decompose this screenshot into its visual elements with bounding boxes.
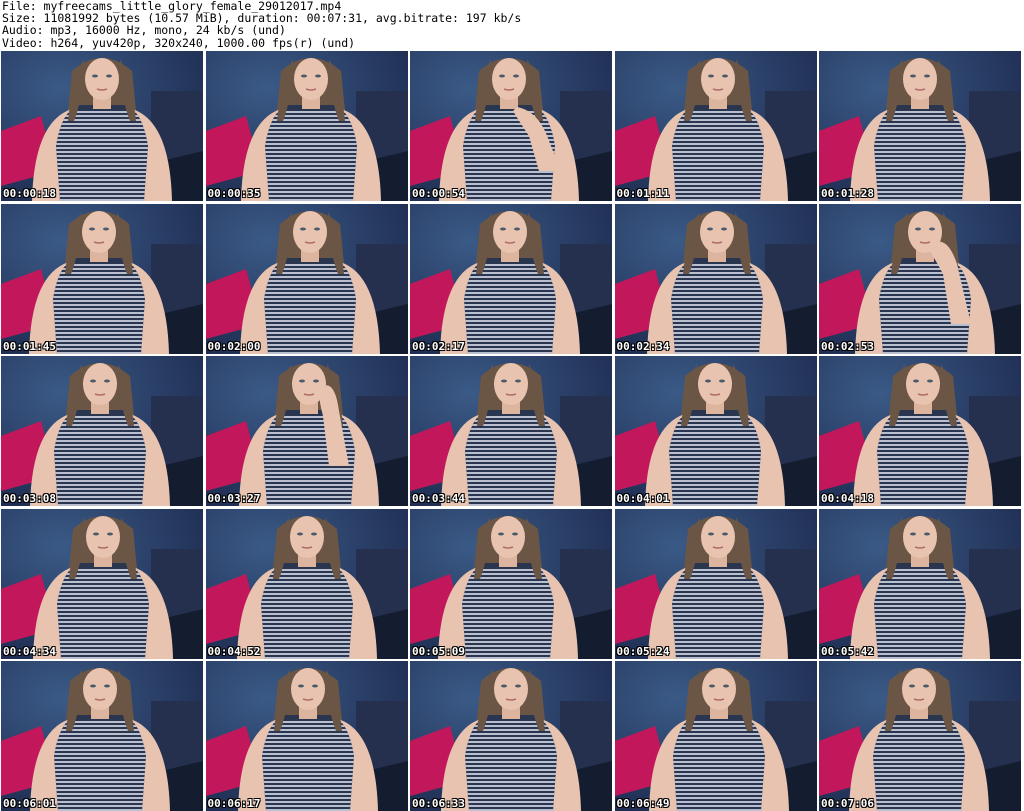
thumbnail-frame: 00:02:00 — [205, 203, 408, 354]
file-info-header: File: myfreecams_little_glory_female_290… — [2, 0, 1022, 50]
video-frame-image — [1, 508, 203, 659]
thumbnail-frame: 00:05:42 — [819, 508, 1021, 659]
video-frame-image — [614, 203, 817, 354]
thumbnail-frame: 00:04:01 — [614, 356, 817, 506]
thumbnail-frame: 00:06:33 — [410, 661, 612, 811]
thumbnail-frame: 00:07:06 — [819, 661, 1021, 811]
thumbnail-frame: 00:03:27 — [205, 356, 408, 506]
frame-timestamp: 00:02:53 — [821, 339, 874, 353]
thumbnail-frame: 00:01:45 — [1, 203, 203, 354]
frame-timestamp: 00:04:01 — [616, 492, 670, 505]
thumbnail-frame: 00:04:34 — [1, 508, 203, 659]
thumbnail-frame: 00:03:44 — [410, 356, 612, 506]
video-frame-image — [819, 508, 1021, 659]
thumbnail-frame: 00:06:01 — [1, 661, 203, 811]
video-frame-image — [614, 356, 817, 506]
thumbnail-frame: 00:06:17 — [205, 661, 408, 811]
video-frame-image — [205, 508, 408, 659]
thumbnail-frame: 00:00:54 — [410, 51, 612, 201]
frame-timestamp: 00:06:49 — [616, 797, 670, 810]
video-frame-image — [410, 661, 612, 811]
video-frame-image — [614, 508, 817, 659]
video-frame-image — [819, 51, 1021, 201]
frame-timestamp: 00:06:01 — [3, 797, 56, 810]
video-frame-image — [1, 661, 203, 811]
frame-timestamp: 00:04:18 — [821, 492, 874, 505]
video-frame-image — [614, 51, 817, 201]
thumbnail-frame: 00:00:35 — [205, 51, 408, 201]
thumbnail-frame: 00:05:24 — [614, 508, 817, 659]
thumbnail-frame: 00:03:08 — [1, 356, 203, 506]
video-frame-image — [1, 203, 203, 354]
frame-timestamp: 00:04:34 — [3, 644, 56, 658]
thumbnail-frame: 00:01:11 — [614, 51, 817, 201]
frame-timestamp: 00:06:33 — [412, 797, 465, 810]
video-frame-image — [819, 356, 1021, 506]
video-frame-image — [410, 203, 612, 354]
thumbnail-frame: 00:02:34 — [614, 203, 817, 354]
frame-timestamp: 00:05:09 — [412, 644, 465, 658]
thumbnail-frame: 00:04:52 — [205, 508, 408, 659]
frame-timestamp: 00:02:00 — [207, 339, 261, 353]
frame-timestamp: 00:03:44 — [412, 492, 465, 505]
video-frame-image — [410, 51, 612, 201]
frame-timestamp: 00:03:27 — [207, 492, 261, 505]
video-frame-image — [410, 508, 612, 659]
video-frame-image — [205, 661, 408, 811]
video-frame-image — [205, 51, 408, 201]
video-frame-image — [205, 203, 408, 354]
thumbnail-frame: 00:01:28 — [819, 51, 1021, 201]
frame-timestamp: 00:05:24 — [616, 644, 670, 658]
frame-timestamp: 00:00:54 — [412, 187, 465, 200]
thumbnail-frame: 00:02:17 — [410, 203, 612, 354]
audio-info-line: Audio: mp3, 16000 Hz, mono, 24 kb/s (und… — [2, 23, 286, 38]
frame-timestamp: 00:03:08 — [3, 492, 56, 505]
frame-timestamp: 00:00:35 — [207, 187, 261, 200]
video-frame-image — [1, 356, 203, 506]
video-frame-image — [614, 661, 817, 811]
thumbnail-frame: 00:04:18 — [819, 356, 1021, 506]
frame-timestamp: 00:01:11 — [616, 187, 670, 200]
frame-timestamp: 00:02:34 — [616, 339, 670, 353]
thumbnail-frame: 00:00:18 — [1, 51, 203, 201]
video-frame-image — [819, 203, 1021, 354]
video-frame-image — [1, 51, 203, 201]
frame-timestamp: 00:04:52 — [207, 644, 261, 658]
frame-timestamp: 00:06:17 — [207, 797, 261, 810]
frame-timestamp: 00:01:45 — [3, 339, 56, 353]
thumbnail-frame: 00:02:53 — [819, 203, 1021, 354]
video-frame-image — [410, 356, 612, 506]
thumbnail-grid: 00:00:18 00:00:35 00:00:54 00:01:11 00:0… — [1, 51, 1023, 811]
video-info-line: Video: h264, yuv420p, 320x240, 1000.00 f… — [2, 35, 356, 50]
video-frame-image — [205, 356, 408, 506]
thumbnail-frame: 00:06:49 — [614, 661, 817, 811]
frame-timestamp: 00:05:42 — [821, 644, 874, 658]
frame-timestamp: 00:07:06 — [821, 797, 874, 810]
thumbnail-frame: 00:05:09 — [410, 508, 612, 659]
frame-timestamp: 00:00:18 — [3, 187, 56, 200]
video-frame-image — [819, 661, 1021, 811]
frame-timestamp: 00:01:28 — [821, 187, 874, 200]
frame-timestamp: 00:02:17 — [412, 339, 465, 353]
